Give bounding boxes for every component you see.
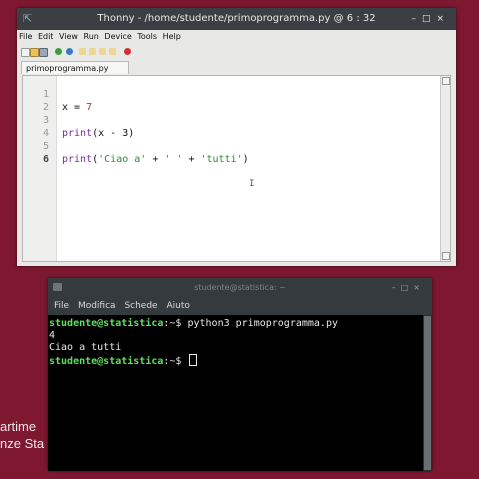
terminal-cursor [189,354,198,366]
code-token: print [62,128,93,139]
step-over-icon[interactable] [79,48,86,55]
maximize-icon[interactable]: □ [422,14,437,24]
scrollbar-thumb[interactable] [424,316,431,470]
editor-tabs: primoprogramma.py [17,60,456,74]
line-number: 1 [42,89,49,100]
menu-aiuto[interactable]: Aiuto [166,301,189,311]
code-token: = [68,102,87,113]
debug-icon[interactable] [66,48,73,55]
menu-file[interactable]: File [54,301,69,311]
code-token: + [182,154,201,165]
text-cursor-icon: I [249,179,255,189]
code-line-3[interactable]: 3 [23,114,443,127]
menu-modifica[interactable]: Modifica [78,301,116,311]
thonny-toolbar [17,44,456,60]
resume-icon[interactable] [109,48,116,55]
terminal-menubar: File Modifica Schede Aiuto [48,297,432,315]
step-into-icon[interactable] [89,48,96,55]
code-line-2[interactable]: 2 x = 7 [23,101,443,114]
line-number: 5 [42,141,49,152]
terminal-output[interactable]: studente@statistica:~$ python3 primoprog… [48,315,423,471]
minimize-icon[interactable]: – [392,283,401,292]
code-token: + [146,154,165,165]
background-text-2: nze Sta [0,436,45,451]
prompt-text: :~$ [163,356,188,367]
terminal-line: 4 [49,330,56,341]
code-token: print [62,154,93,165]
menu-help[interactable]: Help [163,32,181,41]
terminal-titlebar[interactable]: studente@statistica: ~ –□× [48,278,432,297]
minimize-icon[interactable]: – [411,14,422,24]
menu-device[interactable]: Device [104,32,131,41]
stop-icon[interactable] [124,48,131,55]
code-line-6[interactable]: 6 print('Ciao a' + ' ' + 'tutti') [23,153,443,166]
terminal-scrollbar[interactable] [423,315,432,471]
menu-run[interactable]: Run [84,32,99,41]
menu-view[interactable]: View [59,32,78,41]
menu-schede[interactable]: Schede [124,301,157,311]
run-icon[interactable] [55,48,62,55]
prompt-user: studente@statistica [49,318,164,329]
menu-file[interactable]: File [19,32,32,41]
window-title: Thonny - /home/studente/primoprogramma.p… [97,13,376,24]
thonny-window: ⇱ Thonny - /home/studente/primoprogramma… [17,8,456,266]
code-token: ) [242,154,249,165]
thonny-titlebar[interactable]: ⇱ Thonny - /home/studente/primoprogramma… [17,8,456,30]
terminal-line: studente@statistica:~$ python3 primoprog… [48,318,423,330]
new-file-icon[interactable] [21,48,30,57]
scroll-up-icon[interactable] [442,77,450,85]
close-icon[interactable]: × [413,283,425,292]
background-text-1: artime [0,419,37,434]
tab-primoprogramma[interactable]: primoprogramma.py [21,61,129,74]
code-token: (x - 3) [92,128,135,139]
terminal-line: studente@statistica:~$ [48,354,423,367]
open-file-icon[interactable] [30,48,39,57]
thonny-menubar: File Edit View Run Device Tools Help [17,30,456,44]
code-editor[interactable]: 1 2 x = 7 3 4 print(x - 3) 5 6 print('Ci… [22,75,451,262]
prompt-user: studente@statistica [49,356,164,367]
editor-scrollbar[interactable] [440,76,450,261]
code-line-5[interactable]: 5 [23,140,443,153]
line-number: 6 [42,154,49,165]
scroll-down-icon[interactable] [442,252,450,260]
terminal-line: Ciao a tutti [49,342,122,353]
step-out-icon[interactable] [99,48,106,55]
menu-tools[interactable]: Tools [137,32,157,41]
code-token: ' ' [164,154,183,165]
terminal-window: studente@statistica: ~ –□× File Modifica… [48,278,432,471]
save-file-icon[interactable] [39,48,48,57]
code-token: 'tutti' [200,154,243,165]
code-token: 'Ciao a' [98,154,147,165]
code-token: 7 [86,102,93,113]
code-line-4[interactable]: 4 print(x - 3) [23,127,443,140]
maximize-icon[interactable]: □ [401,283,414,292]
terminal-title: studente@statistica: ~ [194,283,286,292]
code-line-1[interactable]: 1 [23,88,443,101]
menu-edit[interactable]: Edit [38,32,54,41]
command-text: :~$ python3 primoprogramma.py [163,318,338,329]
close-icon[interactable]: × [436,14,450,24]
line-number: 3 [42,115,49,126]
line-number: 2 [42,102,49,113]
line-number: 4 [42,128,49,139]
